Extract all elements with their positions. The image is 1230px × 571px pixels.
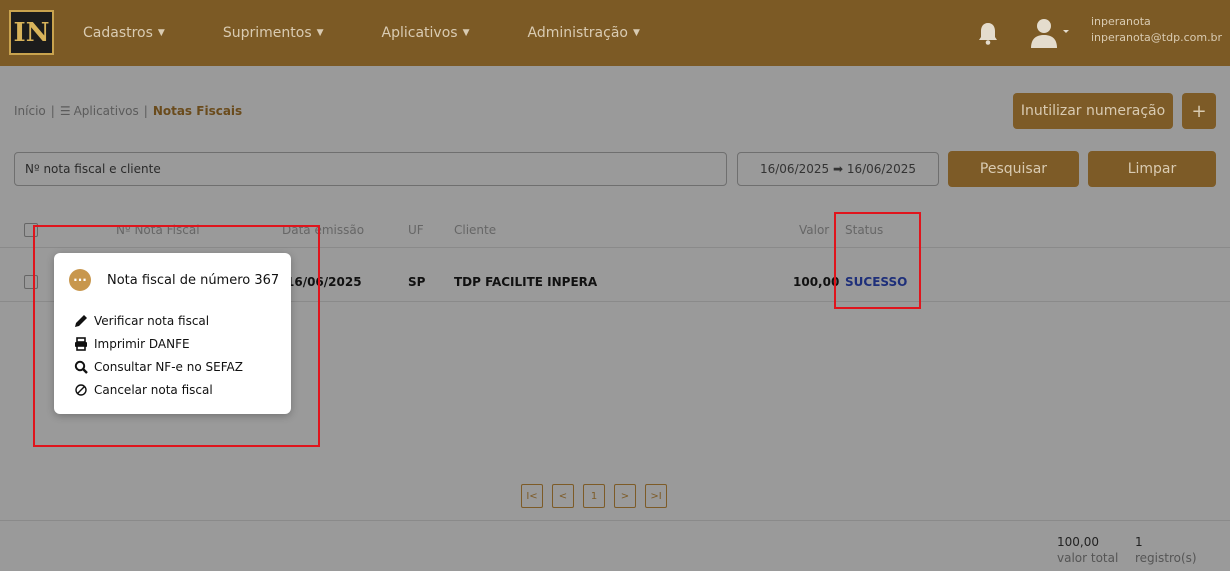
total-registros: 1 registro(s)	[1135, 534, 1197, 566]
caret-down-icon: ▼	[462, 28, 470, 38]
date-range-input[interactable]: 16/06/2025 ➡ 16/06/2025	[737, 152, 939, 186]
nav-item-cadastros[interactable]: Cadastros ▼	[83, 25, 165, 41]
app-logo[interactable]: IN	[9, 10, 54, 55]
cell-valor: 100,00	[793, 274, 840, 289]
first-page-button[interactable]: I<	[521, 484, 543, 508]
caret-down-icon: ▼	[316, 28, 324, 38]
prev-page-button[interactable]: <	[552, 484, 574, 508]
total-registros-value: 1	[1135, 535, 1143, 549]
main-nav: Cadastros ▼ Suprimentos ▼ Aplicativos ▼ Adm…	[83, 0, 698, 66]
col-cliente[interactable]: Cliente	[454, 212, 496, 247]
caret-down-icon: ▼	[157, 28, 165, 38]
cell-uf: SP	[408, 274, 426, 289]
breadcrumb-current: Notas Fiscais	[152, 104, 243, 118]
inutilizar-numeracao-button[interactable]: Inutilizar numeração	[1013, 93, 1173, 129]
user-email: inperanota@tdp.com.br	[1091, 31, 1223, 44]
nav-item-administracao[interactable]: Administração ▼	[528, 25, 640, 41]
nav-label: Aplicativos	[381, 25, 458, 41]
total-valor: 100,00 valor total	[1057, 534, 1118, 566]
breadcrumb-section[interactable]: Aplicativos	[74, 104, 139, 118]
search-input[interactable]: Nº nota fiscal e cliente	[14, 152, 727, 186]
user-info[interactable]: inperanota inperanota@tdp.com.br	[1091, 14, 1222, 46]
breadcrumb-separator: |	[50, 104, 55, 118]
search-button[interactable]: Pesquisar	[948, 151, 1079, 187]
caret-down-icon: ▼	[632, 28, 640, 38]
pagination: I< < 1 > >I	[521, 484, 676, 508]
breadcrumb-home[interactable]: Início	[14, 104, 46, 118]
breadcrumb: Início | ☰ Aplicativos | Notas Fiscais	[14, 104, 242, 118]
total-valor-label: valor total	[1057, 551, 1119, 565]
footer-divider	[0, 520, 1230, 521]
breadcrumb-separator: |	[143, 104, 148, 118]
total-registros-label: registro(s)	[1135, 551, 1197, 565]
nav-item-suprimentos[interactable]: Suprimentos ▼	[223, 25, 324, 41]
last-page-button[interactable]: >I	[645, 484, 667, 508]
nav-label: Suprimentos	[222, 25, 312, 41]
bell-icon[interactable]	[977, 21, 999, 45]
col-uf[interactable]: UF	[408, 212, 424, 247]
highlight-box-status	[834, 212, 921, 309]
next-page-button[interactable]: >	[614, 484, 636, 508]
menu-lines-icon: ☰	[59, 104, 71, 118]
cell-cliente: TDP FACILITE INPERA	[454, 274, 598, 289]
user-name: inperanota	[1091, 15, 1151, 28]
nav-label: Administração	[527, 25, 628, 41]
user-avatar-icon[interactable]	[1030, 18, 1072, 48]
page-1-button[interactable]: 1	[583, 484, 605, 508]
col-valor[interactable]: Valor	[799, 212, 829, 247]
total-valor-value: 100,00	[1057, 535, 1099, 549]
top-navbar: IN Cadastros ▼ Suprimentos ▼ Aplicativos ▼ …	[0, 0, 1230, 66]
logo-text: IN	[13, 17, 50, 48]
highlight-box-menu	[33, 225, 320, 447]
nav-label: Cadastros	[83, 25, 153, 41]
nav-item-aplicativos[interactable]: Aplicativos ▼	[382, 25, 470, 41]
add-button[interactable]: +	[1182, 93, 1216, 129]
clear-button[interactable]: Limpar	[1088, 151, 1216, 187]
